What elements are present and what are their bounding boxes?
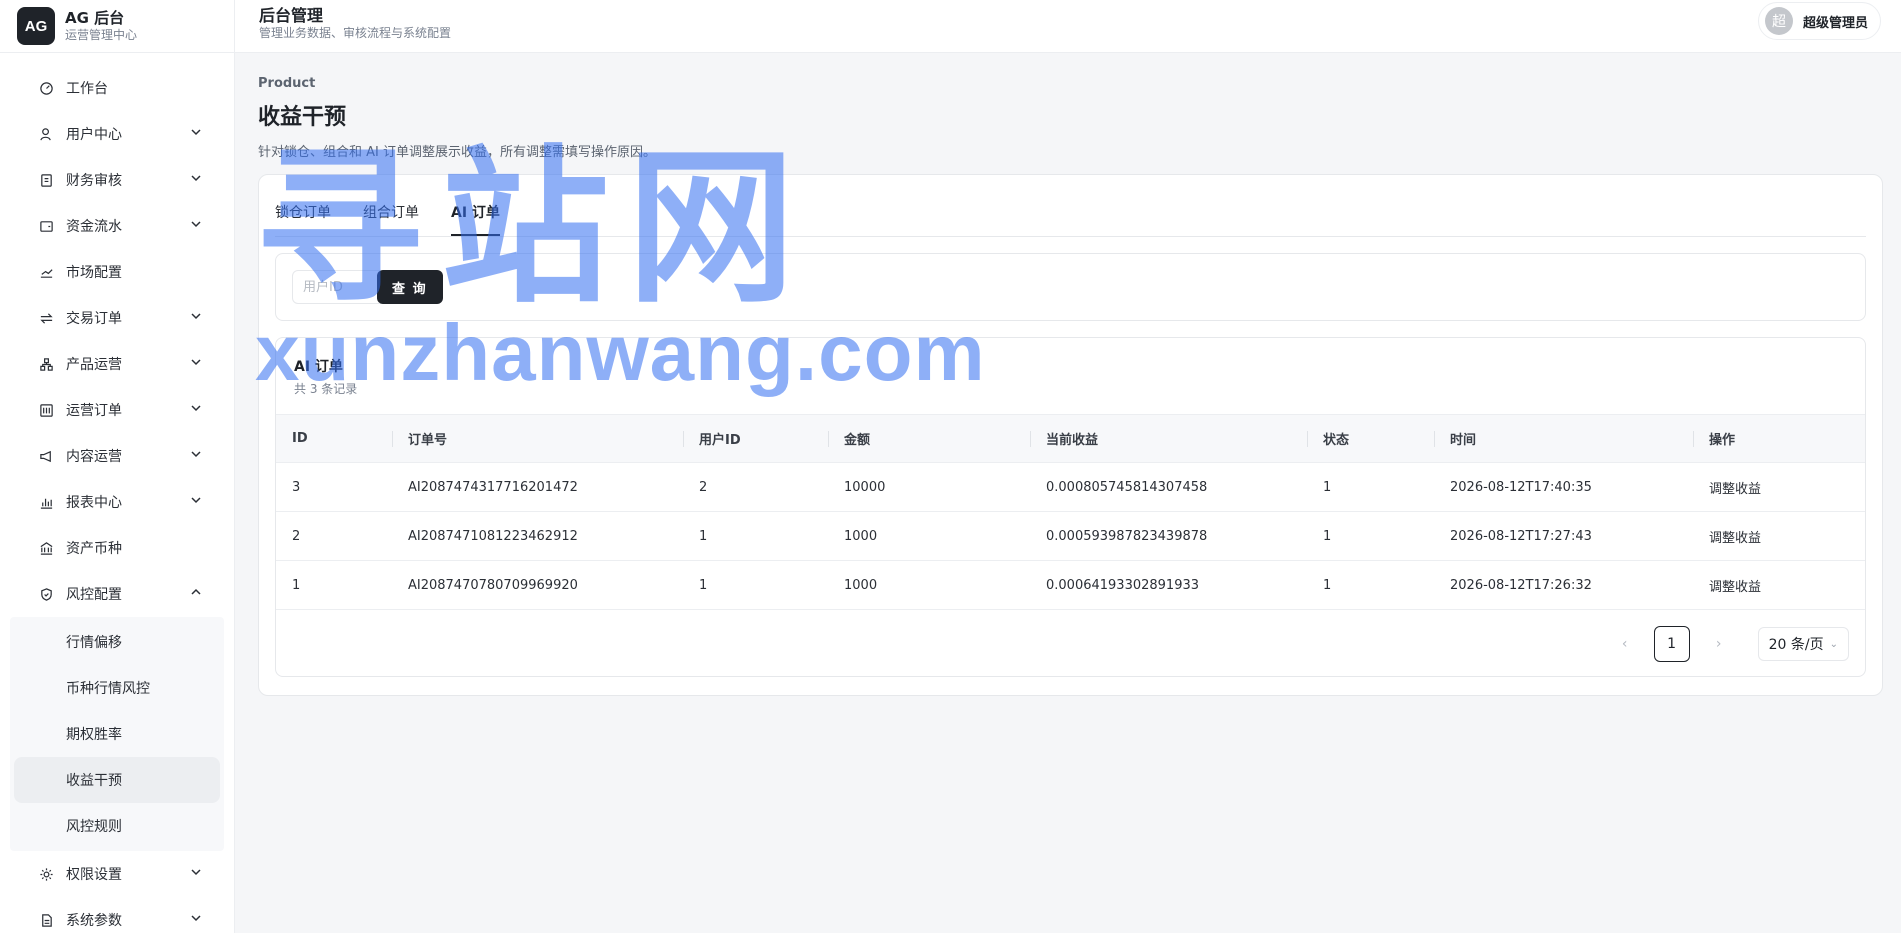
brand-subtitle: 运营管理中心 xyxy=(65,28,138,42)
megaphone-icon xyxy=(38,448,54,464)
chevron-down-icon: ⌄ xyxy=(1829,638,1838,650)
sidebar-item-fund-flow[interactable]: 资金流水 xyxy=(0,203,234,249)
sidebar-item-coin-risk[interactable]: 币种行情风控 xyxy=(14,665,220,711)
sidebar-item-option-winrate[interactable]: 期权胜率 xyxy=(14,711,220,757)
shield-icon xyxy=(38,586,54,602)
org-icon xyxy=(38,356,54,372)
swap-icon xyxy=(38,310,54,326)
orders-table: ID 订单号 用户ID 金额 当前收益 状态 时间 操作 3 AI2087474… xyxy=(276,414,1865,610)
page-number[interactable]: 1 xyxy=(1653,626,1690,662)
sidebar-item-assets[interactable]: 资产币种 xyxy=(0,525,234,571)
sidebar-item-dashboard[interactable]: 工作台 xyxy=(0,65,234,111)
brand-logo: AG xyxy=(17,7,55,45)
sidebar-item-price-offset[interactable]: 行情偏移 xyxy=(14,619,220,665)
pagination: ‹ 1 › 20 条/页 ⌄ xyxy=(276,610,1865,676)
sidebar: AG AG 后台 运营管理中心 工作台 用户中心 财务审核 资金流水 市场配置 xyxy=(0,0,235,933)
header-subtitle: 管理业务数据、审核流程与系统配置 xyxy=(259,26,452,40)
orders-table-card: AI 订单 共 3 条记录 ID 订单号 用户ID 金额 当前收益 状态 时间 … xyxy=(275,337,1866,677)
prev-page-icon[interactable]: ‹ xyxy=(1610,636,1640,652)
adjust-profit-link[interactable]: 调整收益 xyxy=(1709,580,1761,595)
breadcrumb: Product xyxy=(258,76,316,91)
chevron-down-icon xyxy=(190,402,202,418)
page-description: 针对锁仓、组合和 AI 订单调整展示收益，所有调整需填写操作原因。 xyxy=(258,145,656,160)
sidebar-item-profit-intervention[interactable]: 收益干预 xyxy=(14,757,220,803)
user-id-input[interactable] xyxy=(292,270,387,304)
user-icon xyxy=(38,126,54,142)
col-order-no[interactable]: 订单号 xyxy=(392,414,683,463)
sidebar-item-permissions[interactable]: 权限设置 xyxy=(0,851,234,897)
user-name: 超级管理员 xyxy=(1802,15,1868,31)
sidebar-item-content-ops[interactable]: 内容运营 xyxy=(0,433,234,479)
page-title: 收益干预 xyxy=(258,105,347,130)
audit-icon xyxy=(38,172,54,188)
col-user-id[interactable]: 用户ID xyxy=(683,414,828,463)
table-row: 3 AI2087474317716201472 2 10000 0.000805… xyxy=(276,462,1865,512)
gear-icon xyxy=(38,866,54,882)
sidebar-item-finance-audit[interactable]: 财务审核 xyxy=(0,157,234,203)
wallet-icon xyxy=(38,218,54,234)
chevron-down-icon xyxy=(190,494,202,510)
table-title: AI 订单 xyxy=(294,359,343,375)
chart-line-icon xyxy=(38,264,54,280)
col-id[interactable]: ID xyxy=(276,414,392,463)
filter-bar: 查 询 xyxy=(275,253,1866,321)
next-page-icon[interactable]: › xyxy=(1704,636,1734,652)
record-count: 共 3 条记录 xyxy=(294,382,358,396)
tab-combo-orders[interactable]: 组合订单 xyxy=(363,202,419,236)
tab-ai-orders[interactable]: AI 订单 xyxy=(451,202,500,236)
user-menu[interactable]: 超 超级管理员 xyxy=(1757,2,1881,40)
chevron-down-icon xyxy=(190,218,202,234)
main-content: Product 收益干预 针对锁仓、组合和 AI 订单调整展示收益，所有调整需填… xyxy=(258,53,1883,696)
calculator-icon xyxy=(38,402,54,418)
bar-chart-icon xyxy=(38,494,54,510)
chevron-down-icon xyxy=(190,866,202,882)
sidebar-item-system-params[interactable]: 系统参数 xyxy=(0,897,234,933)
sidebar-item-product-ops[interactable]: 产品运营 xyxy=(0,341,234,387)
chevron-down-icon xyxy=(190,310,202,326)
chevron-down-icon xyxy=(190,356,202,372)
page-size-select[interactable]: 20 条/页 ⌄ xyxy=(1757,627,1849,661)
content-card: 锁仓订单 组合订单 AI 订单 查 询 AI 订单 共 3 条记录 ID 订单号… xyxy=(258,174,1883,696)
sidebar-item-users[interactable]: 用户中心 xyxy=(0,111,234,157)
document-icon xyxy=(38,912,54,928)
sidebar-item-ops-orders[interactable]: 运营订单 xyxy=(0,387,234,433)
sidebar-nav: 工作台 用户中心 财务审核 资金流水 市场配置 交易订单 产品运营 运营订单 内… xyxy=(0,53,234,933)
table-row: 1 AI2087470780709969920 1 1000 0.0006419… xyxy=(276,560,1865,610)
table-row: 2 AI2087471081223462912 1 1000 0.0005939… xyxy=(276,511,1865,561)
bank-icon xyxy=(38,540,54,556)
chevron-down-icon xyxy=(190,912,202,928)
avatar: 超 xyxy=(1764,7,1793,35)
chevron-down-icon xyxy=(190,172,202,188)
risk-config-submenu: 行情偏移 币种行情风控 期权胜率 收益干预 风控规则 xyxy=(10,617,224,851)
chevron-down-icon xyxy=(190,448,202,464)
col-action[interactable]: 操作 xyxy=(1693,414,1865,463)
sidebar-item-trade-orders[interactable]: 交易订单 xyxy=(0,295,234,341)
col-status[interactable]: 状态 xyxy=(1307,414,1434,463)
adjust-profit-link[interactable]: 调整收益 xyxy=(1709,531,1761,546)
sidebar-item-risk-config[interactable]: 风控配置 xyxy=(0,571,234,617)
col-current-profit[interactable]: 当前收益 xyxy=(1030,414,1307,463)
dashboard-icon xyxy=(38,80,54,96)
table-header-row: ID 订单号 用户ID 金额 当前收益 状态 时间 操作 xyxy=(276,414,1865,463)
sidebar-item-market-config[interactable]: 市场配置 xyxy=(0,249,234,295)
chevron-up-icon xyxy=(190,586,202,602)
order-tabs: 锁仓订单 组合订单 AI 订单 xyxy=(275,195,1866,237)
adjust-profit-link[interactable]: 调整收益 xyxy=(1709,482,1761,497)
col-amount[interactable]: 金额 xyxy=(828,414,1030,463)
tab-lock-orders[interactable]: 锁仓订单 xyxy=(275,202,331,236)
query-button[interactable]: 查 询 xyxy=(377,270,443,304)
brand[interactable]: AG AG 后台 运营管理中心 xyxy=(0,0,234,53)
sidebar-item-reports[interactable]: 报表中心 xyxy=(0,479,234,525)
col-time[interactable]: 时间 xyxy=(1434,414,1693,463)
header-title: 后台管理 xyxy=(259,6,324,25)
chevron-down-icon xyxy=(190,126,202,142)
brand-title: AG 后台 xyxy=(65,9,125,27)
sidebar-item-risk-rules[interactable]: 风控规则 xyxy=(14,803,220,849)
top-header: 后台管理 管理业务数据、审核流程与系统配置 超 超级管理员 xyxy=(235,0,1901,53)
